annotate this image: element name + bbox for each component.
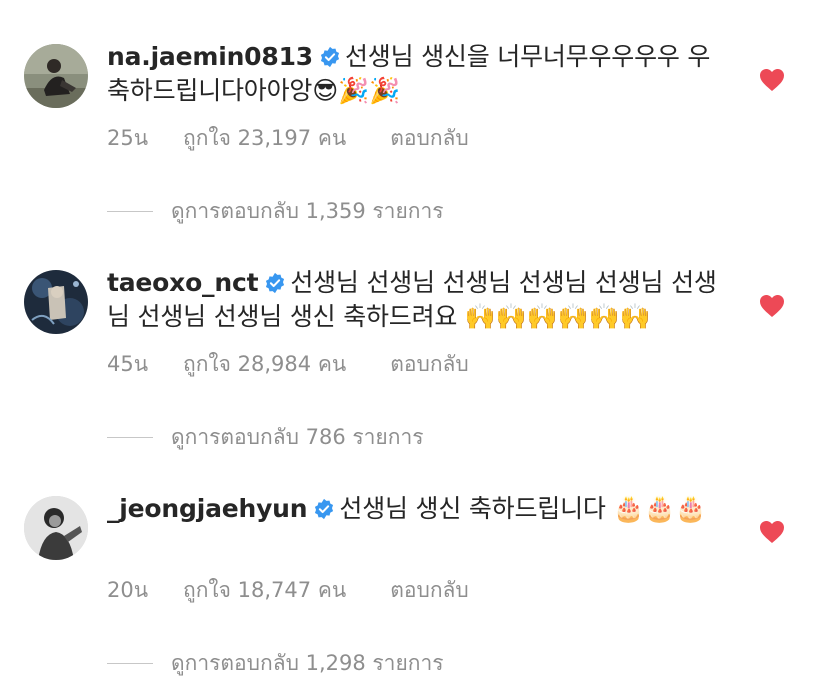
- verified-badge-icon: [320, 46, 340, 68]
- view-replies-label: ดูการตอบกลับ 1,359 รายการ: [171, 198, 444, 223]
- divider-line: [107, 662, 153, 664]
- comment-body: taeoxo_nct 선생님 선생님 선생님 선생님 선생님 선생님 선생님 선생…: [107, 266, 727, 334]
- comment-text: 선생님 생신 축하드립니다 🎂🎂🎂: [339, 494, 707, 523]
- view-replies-label: ดูการตอบกลับ 1,298 รายการ: [171, 650, 444, 675]
- heart-icon[interactable]: [759, 68, 785, 92]
- verified-badge-icon: [315, 498, 334, 520]
- heart-icon[interactable]: [759, 520, 785, 544]
- verified-badge-icon: [266, 272, 285, 294]
- view-replies-label: ดูการตอบกลับ 786 รายการ: [171, 424, 424, 449]
- avatar[interactable]: [24, 496, 88, 560]
- avatar[interactable]: [24, 270, 88, 334]
- likes-count[interactable]: ถูกใจ 18,747 คน: [183, 574, 346, 607]
- comment-time: 45น: [107, 351, 149, 376]
- reply-button[interactable]: ตอบกลับ: [390, 122, 469, 155]
- reply-button[interactable]: ตอบกลับ: [390, 574, 469, 607]
- comment-body: na.jaemin0813 선생님 생신을 너무너무우우우우 우 축하드립니다아아…: [107, 40, 727, 108]
- view-replies-button[interactable]: ดูการตอบกลับ 786 รายการ: [107, 422, 424, 452]
- reply-button[interactable]: ตอบกลับ: [390, 348, 469, 381]
- divider-line: [107, 210, 153, 212]
- comment-body: _jeongjaehyun 선생님 생신 축하드립니다 🎂🎂🎂: [107, 492, 727, 526]
- comment-time: 20น: [107, 577, 149, 602]
- comment-meta: 25น ถูกใจ 23,197 คน ตอบกลับ: [107, 123, 469, 153]
- heart-icon[interactable]: [759, 294, 785, 318]
- view-replies-button[interactable]: ดูการตอบกลับ 1,298 รายการ: [107, 648, 444, 678]
- avatar[interactable]: [24, 44, 88, 108]
- divider-line: [107, 436, 153, 438]
- likes-count[interactable]: ถูกใจ 23,197 คน: [183, 122, 346, 155]
- username[interactable]: na.jaemin0813: [107, 42, 313, 71]
- username[interactable]: taeoxo_nct: [107, 268, 259, 297]
- view-replies-button[interactable]: ดูการตอบกลับ 1,359 รายการ: [107, 196, 444, 226]
- comment-meta: 45น ถูกใจ 28,984 คน ตอบกลับ: [107, 349, 469, 379]
- username[interactable]: _jeongjaehyun: [107, 494, 308, 523]
- comment-meta: 20น ถูกใจ 18,747 คน ตอบกลับ: [107, 575, 469, 605]
- likes-count[interactable]: ถูกใจ 28,984 คน: [183, 348, 346, 381]
- comment-time: 25น: [107, 125, 149, 150]
